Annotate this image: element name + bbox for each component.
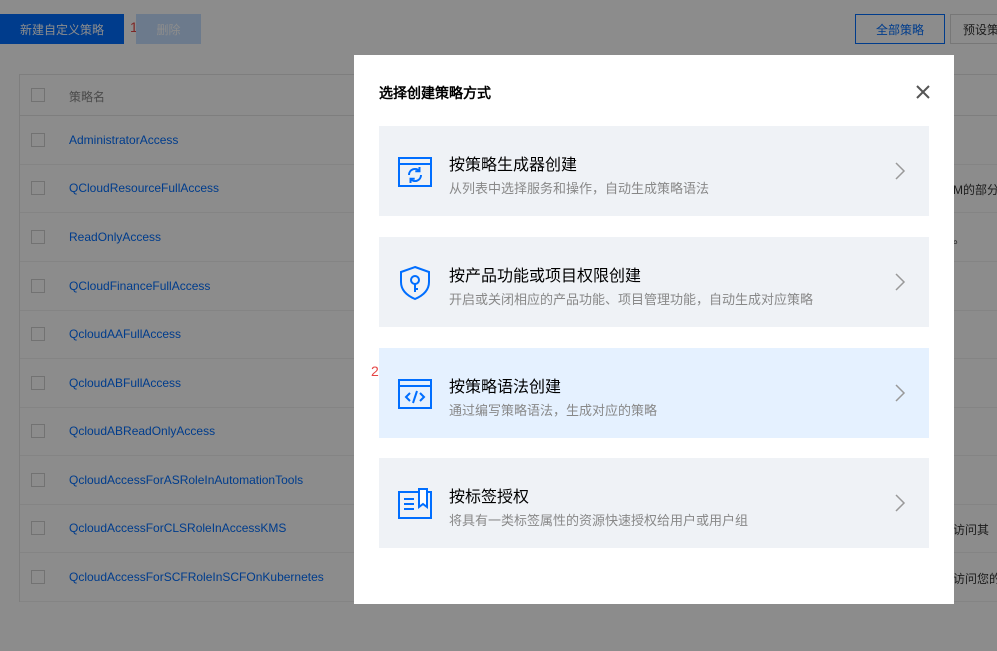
option-subtitle: 通过编写策略语法，生成对应的策略 bbox=[449, 403, 658, 418]
option-subtitle: 开启或关闭相应的产品功能、项目管理功能，自动生成对应策略 bbox=[449, 292, 814, 307]
code-window-icon bbox=[398, 379, 432, 409]
create-policy-dialog: 选择创建策略方式 按策略生成器创建 从列表中选择服务和操作，自动生成策略语法 按… bbox=[354, 55, 954, 604]
chevron-right-icon bbox=[895, 384, 906, 402]
dialog-title: 选择创建策略方式 bbox=[379, 85, 491, 101]
chevron-right-icon bbox=[895, 494, 906, 512]
option-subtitle: 从列表中选择服务和操作，自动生成策略语法 bbox=[449, 181, 710, 196]
step-marker-2: 2 bbox=[371, 363, 379, 379]
refresh-window-icon bbox=[398, 157, 432, 187]
chevron-right-icon bbox=[895, 162, 906, 180]
tag-document-icon bbox=[398, 488, 432, 519]
option-title: 按策略语法创建 bbox=[449, 379, 562, 396]
option-title: 按产品功能或项目权限创建 bbox=[449, 268, 642, 285]
option-tag-authorization[interactable]: 按标签授权 将具有一类标签属性的资源快速授权给用户或用户组 bbox=[379, 458, 929, 548]
option-title: 按策略生成器创建 bbox=[449, 157, 578, 174]
chevron-right-icon bbox=[895, 273, 906, 291]
close-icon[interactable] bbox=[914, 83, 932, 101]
option-policy-syntax[interactable]: 按策略语法创建 通过编写策略语法，生成对应的策略 bbox=[379, 348, 929, 438]
option-subtitle: 将具有一类标签属性的资源快速授权给用户或用户组 bbox=[449, 513, 749, 528]
option-policy-generator[interactable]: 按策略生成器创建 从列表中选择服务和操作，自动生成策略语法 bbox=[379, 126, 929, 216]
shield-key-icon bbox=[400, 265, 430, 301]
option-title: 按标签授权 bbox=[449, 489, 530, 506]
option-product-permission[interactable]: 按产品功能或项目权限创建 开启或关闭相应的产品功能、项目管理功能，自动生成对应策… bbox=[379, 237, 929, 327]
